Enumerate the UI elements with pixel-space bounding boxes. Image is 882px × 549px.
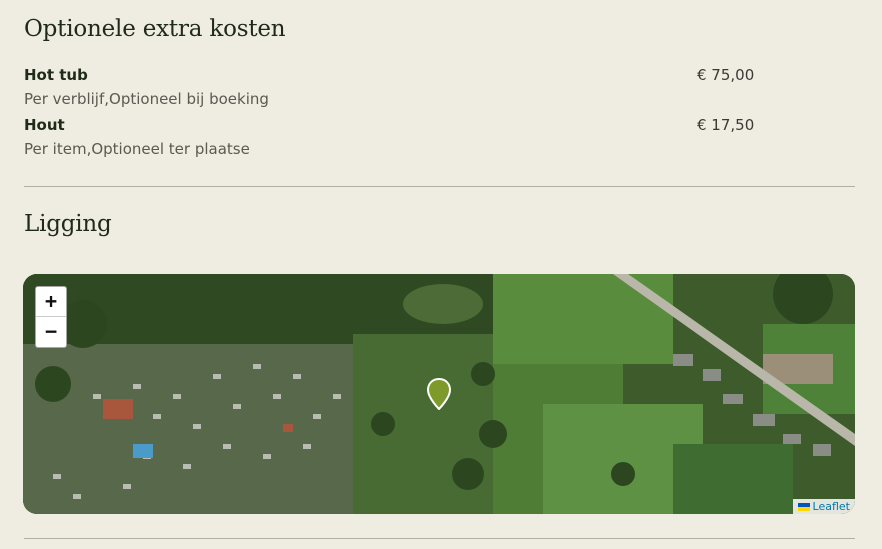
extra-costs-title: Optionele extra kosten [24,16,286,42]
zoom-out-button[interactable]: − [36,317,66,346]
zoom-control: + − [35,286,67,348]
cost-item-description: Per item,Optioneel ter plaatse [24,140,250,158]
attribution-link[interactable]: Leaflet [813,500,850,513]
map-pin-icon[interactable] [426,377,452,414]
location-title: Ligging [24,211,112,237]
cost-item-hot-tub: Hot tub Per verblijf,Optioneel bij boeki… [24,66,854,116]
map-attribution[interactable]: Leaflet [792,499,855,514]
section-divider [24,186,855,187]
cost-item-name: Hot tub [24,66,88,84]
cost-item-name: Hout [24,116,65,134]
cost-item-description: Per verblijf,Optioneel bij boeking [24,90,269,108]
cost-item-hout: Hout Per item,Optioneel ter plaatse € 17… [24,116,854,166]
section-divider [24,538,855,539]
cost-item-price: € 75,00 [697,66,755,84]
zoom-in-button[interactable]: + [36,287,66,317]
location-map[interactable]: + − Leaflet [23,274,855,514]
ukraine-flag-icon [797,503,810,511]
cost-item-price: € 17,50 [697,116,755,134]
